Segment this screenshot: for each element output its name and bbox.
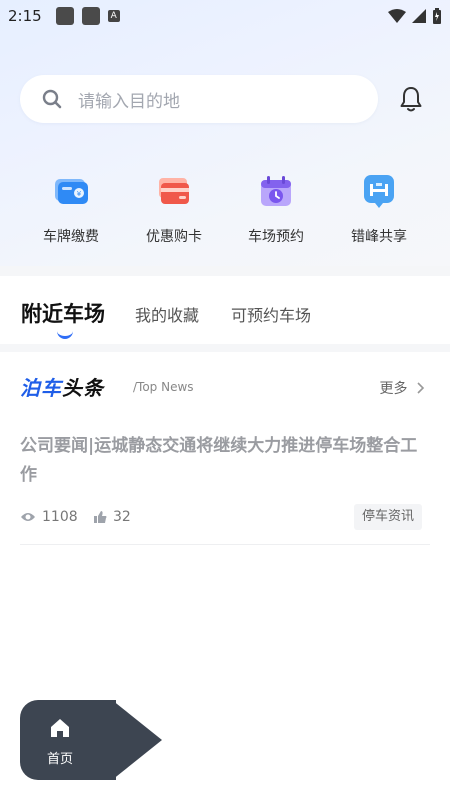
search-bar[interactable]: 请输入目的地: [20, 75, 378, 123]
section-divider: [0, 344, 450, 352]
news-brand-logo: 泊车头条: [20, 376, 104, 400]
article-title: 公司要闻|运城静态交通将继续大力推进停车场整合工作: [20, 436, 418, 485]
article-category-tag: 停车资讯: [353, 504, 422, 530]
search-icon: [42, 89, 62, 109]
tab-nearby-parking[interactable]: 附近车场: [21, 298, 105, 328]
quick-action-buy-card[interactable]: 优惠购卡: [124, 172, 224, 246]
calendar-clock-icon: [261, 176, 291, 206]
view-count: 1108: [20, 509, 78, 525]
home-icon: [51, 719, 69, 737]
status-time: 2:15: [8, 7, 42, 25]
signal-icon: [412, 9, 426, 23]
eye-icon: [21, 513, 35, 521]
tab-bookable-parking[interactable]: 可预约车场: [231, 302, 311, 326]
list-separator: [20, 544, 430, 545]
news-article[interactable]: 公司要闻|运城静态交通将继续大力推进停车场整合工作: [20, 432, 430, 490]
home-nav-button[interactable]: 首页: [20, 700, 116, 780]
tab-my-favorites[interactable]: 我的收藏: [135, 302, 199, 326]
like-count: 32: [93, 509, 131, 525]
more-news-link[interactable]: 更多: [380, 378, 426, 398]
keyboard-indicator-icon: A: [107, 10, 120, 22]
notification-icon: [81, 7, 100, 25]
quick-action-share[interactable]: 错峰共享: [329, 172, 429, 246]
quick-action-label: 优惠购卡: [146, 229, 202, 245]
payment-card-icon: ¥: [55, 179, 88, 204]
search-input[interactable]: 请输入目的地: [78, 87, 180, 112]
quick-action-label: 错峰共享: [351, 229, 407, 245]
article-meta: 1108 32 停车资讯: [20, 504, 430, 532]
notification-icon: [55, 7, 74, 25]
news-header: 泊车头条 /Top News 更多: [20, 372, 430, 402]
battery-icon: [433, 8, 441, 24]
news-brand-subtitle: /Top News: [133, 380, 194, 394]
quick-action-label: 车场预约: [248, 229, 304, 245]
bell-icon[interactable]: [398, 85, 424, 113]
active-tab-indicator: [57, 330, 73, 339]
status-bar: 2:15 A: [0, 0, 450, 32]
home-nav-button-arrow: [112, 700, 162, 780]
section-divider: [0, 266, 450, 276]
chevron-right-icon: [417, 382, 425, 394]
parking-tabs: 附近车场 我的收藏 可预约车场: [0, 276, 450, 344]
cards-icon: [159, 178, 189, 204]
quick-action-plate-payment[interactable]: ¥ 车牌缴费: [21, 172, 121, 246]
svg-text:¥: ¥: [77, 190, 82, 198]
more-label: 更多: [379, 381, 408, 397]
quick-action-label: 车牌缴费: [43, 229, 99, 245]
quick-action-reservation[interactable]: 车场预约: [226, 172, 326, 246]
home-nav-label: 首页: [46, 752, 73, 767]
thumbs-up-icon: [94, 511, 107, 523]
wifi-icon: [388, 9, 406, 23]
share-parking-icon: [364, 175, 394, 208]
